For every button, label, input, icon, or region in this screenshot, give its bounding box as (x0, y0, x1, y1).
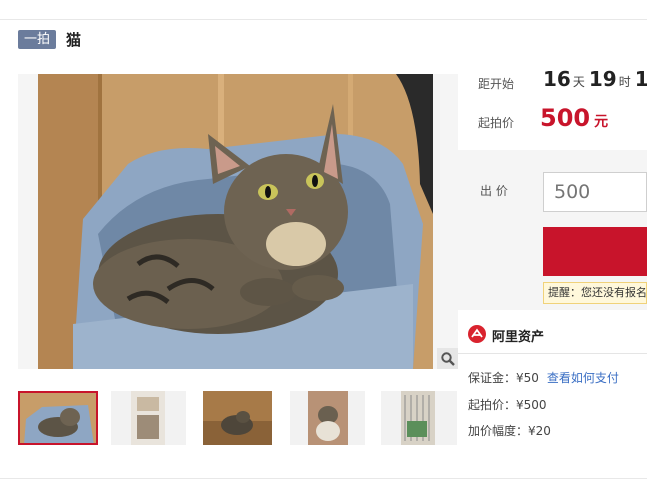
signup-notice: 提醒：您还没有报名 (543, 282, 647, 304)
deposit-value: ¥50 (516, 371, 539, 385)
increment-row: 加价幅度：¥20 (468, 422, 551, 439)
ali-assets-logo-icon (468, 325, 486, 343)
start-price-row: 起拍价：¥500 (468, 396, 547, 413)
thumbnail-2[interactable] (111, 391, 186, 445)
countdown-hours: 19 (588, 67, 617, 91)
increment-value: ¥20 (528, 424, 551, 438)
platform-divider (458, 353, 647, 354)
zoom-button[interactable] (437, 348, 458, 369)
start-price-label: 起拍价 (478, 116, 515, 130)
item-title: 猫 (66, 31, 82, 49)
countdown-minutes: 16 (634, 67, 647, 91)
thumbnail-image (111, 391, 186, 445)
increment-label: 加价幅度： (468, 424, 529, 438)
countdown-timer: 16天19时16 (543, 67, 647, 91)
deposit-row: 保证金：¥50 查看如何支付 (468, 369, 619, 386)
top-divider (0, 19, 647, 20)
main-image[interactable] (18, 74, 458, 369)
thumbnail-image (290, 391, 365, 445)
magnifier-icon (440, 351, 455, 366)
platform-name: 阿里资产 (492, 330, 545, 345)
start-price-info-label: 起拍价： (468, 398, 517, 412)
countdown-hours-unit: 时 (618, 75, 631, 89)
thumbnail-3[interactable] (203, 391, 272, 445)
thumbnail-5[interactable] (381, 391, 457, 445)
start-price-info-value: ¥500 (516, 398, 547, 412)
countdown-days: 16 (543, 67, 571, 91)
deposit-label: 保证金： (468, 371, 517, 385)
cat-photo (18, 74, 458, 369)
bottom-divider (0, 478, 647, 479)
thumbnail-1[interactable] (18, 391, 98, 445)
thumbnail-image (381, 391, 457, 445)
bid-button[interactable] (543, 227, 647, 276)
start-price: 500 元 (540, 104, 608, 132)
countdown-label: 距开始 (478, 77, 515, 91)
currency-unit: 元 (594, 114, 609, 130)
start-price-amount: 500 (540, 104, 591, 132)
deposit-payment-link[interactable]: 查看如何支付 (547, 371, 619, 385)
thumbnail-image (18, 391, 98, 445)
auction-type-tag: 一拍 (18, 30, 57, 49)
bid-amount-input[interactable] (543, 172, 647, 212)
thumbnail-4[interactable] (290, 391, 365, 445)
thumbnail-image (203, 391, 272, 445)
countdown-days-unit: 天 (572, 75, 585, 89)
bid-label: 出 价 (480, 184, 508, 198)
